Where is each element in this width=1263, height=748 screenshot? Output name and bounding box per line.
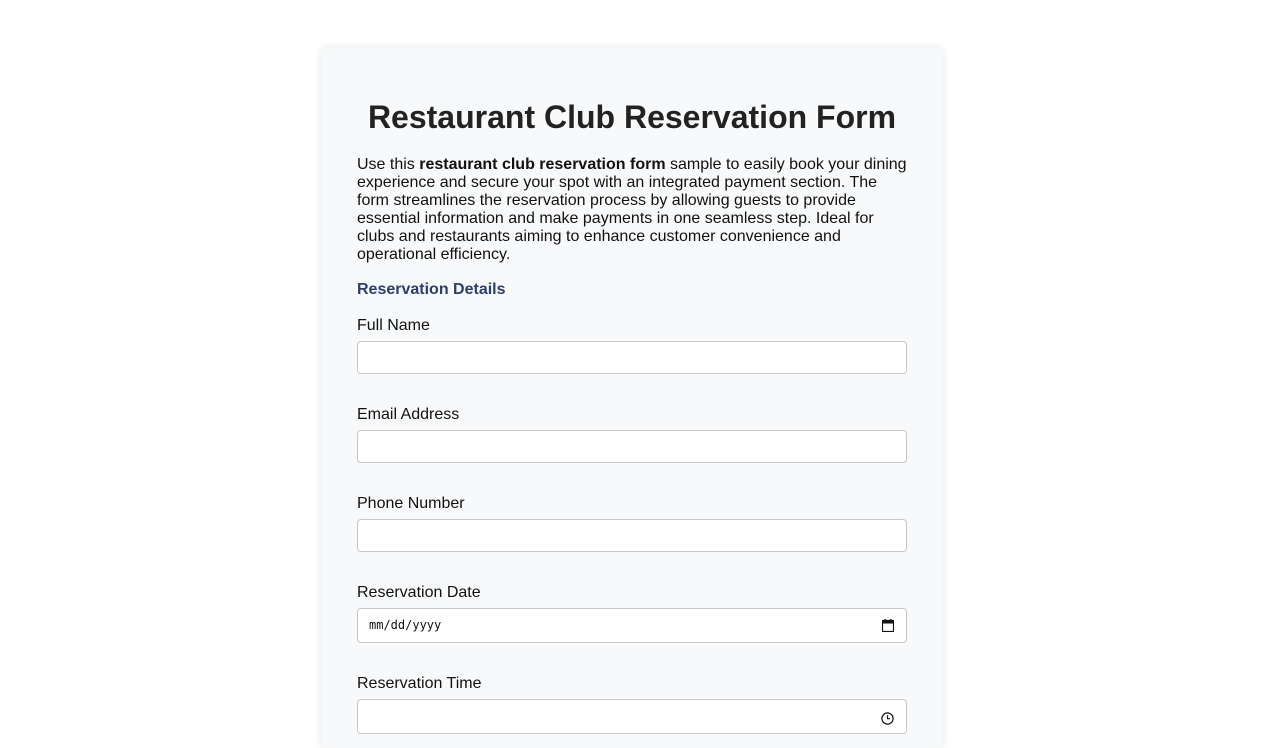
- reservation-time-field: Reservation Time: [357, 674, 907, 734]
- full-name-field: Full Name: [357, 316, 907, 374]
- phone-label: Phone Number: [357, 495, 465, 512]
- email-input[interactable]: [357, 430, 907, 463]
- full-name-label: Full Name: [357, 317, 430, 334]
- intro-text-bold: restaurant club reservation form: [419, 156, 666, 173]
- clock-icon[interactable]: [881, 712, 894, 725]
- reservation-time-label: Reservation Time: [357, 675, 482, 692]
- email-field: Email Address: [357, 405, 907, 463]
- phone-field: Phone Number: [357, 494, 907, 552]
- reservation-date-label: Reservation Date: [357, 584, 481, 601]
- page-title: Restaurant Club Reservation Form: [367, 99, 897, 135]
- reservation-date-field: Reservation Date mm/dd/yyyy: [357, 583, 907, 643]
- phone-input[interactable]: [357, 519, 907, 552]
- section-heading-reservation-details: Reservation Details: [357, 281, 506, 298]
- reservation-time-input[interactable]: [357, 699, 907, 734]
- calendar-icon[interactable]: [881, 619, 895, 633]
- intro-text-before: Use this: [357, 156, 420, 173]
- reservation-form-card: Restaurant Club Reservation Form Use thi…: [321, 48, 943, 748]
- reservation-date-input[interactable]: mm/dd/yyyy: [357, 608, 907, 643]
- email-label: Email Address: [357, 406, 460, 423]
- intro-paragraph: Use this restaurant club reservation for…: [357, 156, 907, 264]
- date-placeholder: mm/dd/yyyy: [369, 618, 442, 632]
- full-name-input[interactable]: [357, 341, 907, 374]
